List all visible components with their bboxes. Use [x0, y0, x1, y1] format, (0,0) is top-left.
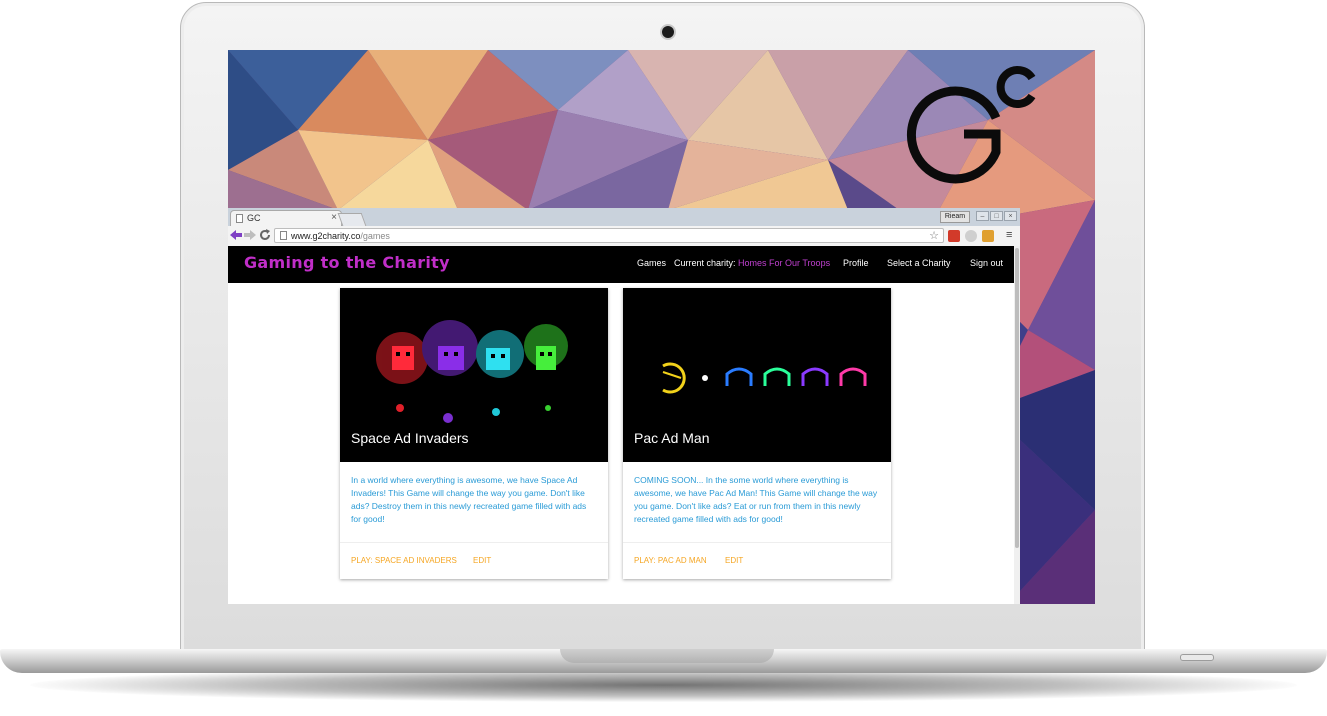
bookmark-star-icon[interactable]: ☆ — [929, 229, 939, 244]
laptop-notch — [560, 649, 774, 663]
card-title: Space Ad Invaders — [351, 430, 469, 446]
new-tab-button[interactable] — [337, 213, 367, 226]
game-card-pac-ad-man: Pac Ad Man COMING SOON... In the some wo… — [623, 288, 891, 579]
extension-gray-icon[interactable] — [965, 230, 977, 242]
site-title[interactable]: Gaming to the Charity — [244, 253, 450, 272]
minimize-button[interactable]: – — [976, 211, 989, 221]
edit-pac-ad-man-link[interactable]: EDIT — [725, 556, 743, 565]
page-icon — [236, 214, 243, 223]
webcam-icon — [662, 26, 674, 38]
card-divider — [340, 542, 608, 543]
extension-red-icon[interactable] — [948, 230, 960, 242]
browser-toolbar: www.g2charity.co/games ☆ ≡ — [228, 226, 1020, 247]
current-charity-label: Current charity: — [674, 258, 736, 268]
address-bar[interactable]: www.g2charity.co/games ☆ — [274, 228, 944, 243]
tab-strip: GC × Rieam – □ × — [228, 208, 1020, 227]
tab-title: GC — [247, 213, 261, 223]
forward-arrow-icon[interactable] — [244, 229, 256, 241]
play-pac-ad-man-link[interactable]: PLAY: PAC AD MAN — [634, 556, 707, 565]
profile-button[interactable]: Rieam — [940, 211, 970, 223]
nav-current-charity[interactable]: Current charity: Homes For Our Troops — [674, 258, 830, 268]
page-icon — [280, 231, 287, 240]
card-description: COMING SOON... In the some world where e… — [634, 475, 878, 524]
nav-select-charity-link[interactable]: Select a Charity — [887, 258, 951, 268]
laptop-shadow — [30, 668, 1297, 702]
nav-profile-link[interactable]: Profile — [843, 258, 869, 268]
card-image[interactable]: Pac Ad Man — [623, 288, 891, 462]
card-divider — [623, 542, 891, 543]
play-space-ad-invaders-link[interactable]: PLAY: SPACE AD INVADERS — [351, 556, 457, 565]
current-charity-name: Homes For Our Troops — [738, 258, 831, 268]
reload-icon[interactable] — [259, 229, 271, 241]
nav-games-link[interactable]: Games — [637, 258, 666, 268]
site-navbar: Gaming to the Charity Games Current char… — [228, 246, 1014, 283]
edit-space-ad-invaders-link[interactable]: EDIT — [473, 556, 491, 565]
laptop-led — [1180, 654, 1214, 661]
scrollbar-thumb[interactable] — [1015, 248, 1019, 548]
browser-tab[interactable]: GC × — [230, 210, 342, 227]
url-text[interactable]: www.g2charity.co/games — [291, 229, 390, 244]
nav-sign-out-link[interactable]: Sign out — [970, 258, 1003, 268]
card-description: In a world where everything is awesome, … — [351, 475, 587, 524]
tab-close-icon[interactable]: × — [331, 212, 337, 223]
laptop-screen: GC × Rieam – □ × www.g2charity.co/games … — [228, 50, 1095, 604]
back-arrow-icon[interactable] — [230, 229, 242, 241]
site-page: Gaming to the Charity Games Current char… — [228, 246, 1014, 604]
browser-window: GC × Rieam – □ × www.g2charity.co/games … — [228, 208, 1020, 604]
g2c-logo — [906, 66, 1036, 184]
vertical-scrollbar[interactable] — [1014, 246, 1020, 604]
maximize-button[interactable]: □ — [990, 211, 1003, 221]
extension-orange-icon[interactable] — [982, 230, 994, 242]
card-image[interactable]: Space Ad Invaders — [340, 288, 608, 462]
game-card-space-ad-invaders: Space Ad Invaders In a world where every… — [340, 288, 608, 579]
chrome-menu-icon[interactable]: ≡ — [1006, 229, 1012, 241]
close-window-button[interactable]: × — [1004, 211, 1017, 221]
card-title: Pac Ad Man — [634, 430, 710, 446]
